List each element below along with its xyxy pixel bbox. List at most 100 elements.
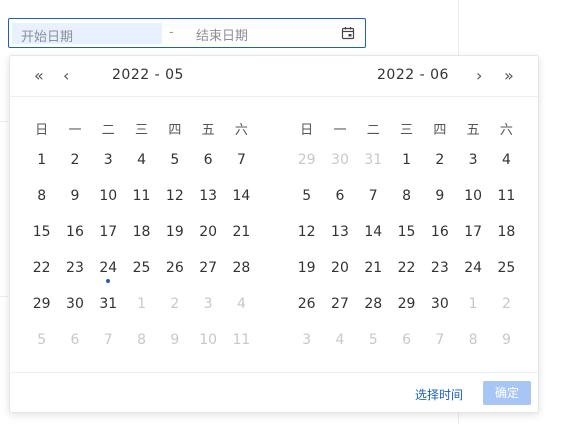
calendar-day-other-month[interactable]: 7 xyxy=(423,322,456,358)
calendar-day[interactable]: 1 xyxy=(390,142,423,178)
calendar-day[interactable]: 19 xyxy=(158,214,191,250)
calendar-day[interactable]: 14 xyxy=(225,178,258,214)
calendar-day[interactable]: 4 xyxy=(490,142,523,178)
calendar-day[interactable]: 24 xyxy=(456,250,489,286)
calendar-day[interactable]: 16 xyxy=(58,214,91,250)
calendar-day-other-month[interactable]: 5 xyxy=(25,322,58,358)
calendar-day[interactable]: 8 xyxy=(390,178,423,214)
calendar-day[interactable]: 22 xyxy=(25,250,58,286)
calendar-day-other-month[interactable]: 1 xyxy=(456,286,489,322)
calendar-day-other-month[interactable]: 9 xyxy=(158,322,191,358)
confirm-button[interactable]: 确定 xyxy=(483,381,531,405)
calendar-day[interactable]: 25 xyxy=(490,250,523,286)
calendar-day[interactable]: 8 xyxy=(25,178,58,214)
calendar-day-other-month[interactable]: 4 xyxy=(225,286,258,322)
calendar-day-other-month[interactable]: 10 xyxy=(191,322,224,358)
calendar-day-other-month[interactable]: 8 xyxy=(125,322,158,358)
calendar-day[interactable]: 19 xyxy=(290,250,323,286)
calendar-day[interactable]: 28 xyxy=(225,250,258,286)
calendar-day-other-month[interactable]: 2 xyxy=(490,286,523,322)
calendar-day[interactable]: 7 xyxy=(357,178,390,214)
calendar-day[interactable]: 25 xyxy=(125,250,158,286)
calendar-day[interactable]: 5 xyxy=(290,178,323,214)
prev-year-button[interactable]: « xyxy=(34,67,44,85)
calendar-day[interactable]: 29 xyxy=(25,286,58,322)
calendar-day[interactable]: 13 xyxy=(191,178,224,214)
select-time-button[interactable]: 选择时间 xyxy=(415,386,463,403)
calendar-day[interactable]: 9 xyxy=(423,178,456,214)
calendar-day[interactable]: 30 xyxy=(423,286,456,322)
calendar-day[interactable]: 10 xyxy=(92,178,125,214)
calendar-day[interactable]: 13 xyxy=(323,214,356,250)
calendar-day-other-month[interactable]: 6 xyxy=(58,322,91,358)
next-year-button[interactable]: » xyxy=(504,67,514,85)
day-number: 15 xyxy=(32,224,51,240)
calendar-day[interactable]: 30 xyxy=(58,286,91,322)
calendar-day-other-month[interactable]: 11 xyxy=(225,322,258,358)
calendar-day[interactable]: 27 xyxy=(323,286,356,322)
calendar-day-other-month[interactable]: 5 xyxy=(357,322,390,358)
start-date-input[interactable]: 开始日期 xyxy=(12,23,162,45)
calendar-day[interactable]: 15 xyxy=(390,214,423,250)
day-number: 25 xyxy=(497,260,516,276)
calendar-day-other-month[interactable]: 31 xyxy=(357,142,390,178)
calendar-day-other-month[interactable]: 9 xyxy=(490,322,523,358)
calendar-day[interactable]: 11 xyxy=(490,178,523,214)
calendar-day[interactable]: 17 xyxy=(92,214,125,250)
prev-month-button[interactable]: ‹ xyxy=(63,67,69,85)
calendar-day[interactable]: 21 xyxy=(225,214,258,250)
calendar-day[interactable]: 6 xyxy=(191,142,224,178)
calendar-day[interactable]: 16 xyxy=(423,214,456,250)
calendar-day[interactable]: 31 xyxy=(92,286,125,322)
calendar-day-other-month[interactable]: 8 xyxy=(456,322,489,358)
calendar-day[interactable]: 10 xyxy=(456,178,489,214)
calendar-day[interactable]: 12 xyxy=(290,214,323,250)
calendar-day[interactable]: 11 xyxy=(125,178,158,214)
calendar-day[interactable]: 5 xyxy=(158,142,191,178)
calendar-day[interactable]: 23 xyxy=(423,250,456,286)
end-date-input[interactable]: 结束日期 xyxy=(196,25,248,44)
calendar-day[interactable]: 1 xyxy=(25,142,58,178)
date-range-input[interactable]: 开始日期 - 结束日期 xyxy=(8,18,366,48)
calendar-day[interactable]: 4 xyxy=(125,142,158,178)
calendar-day[interactable]: 18 xyxy=(490,214,523,250)
calendar-day[interactable]: 22 xyxy=(390,250,423,286)
calendar-day-other-month[interactable]: 4 xyxy=(323,322,356,358)
calendar-day[interactable]: 9 xyxy=(58,178,91,214)
calendar-day[interactable]: 3 xyxy=(92,142,125,178)
calendar-day-other-month[interactable]: 7 xyxy=(92,322,125,358)
calendar-day[interactable]: 28 xyxy=(357,286,390,322)
calendar-day-other-month[interactable]: 30 xyxy=(323,142,356,178)
weekday-label: 二 xyxy=(366,123,380,138)
calendar-day-other-month[interactable]: 3 xyxy=(191,286,224,322)
today-indicator xyxy=(106,279,111,283)
calendar-day[interactable]: 18 xyxy=(125,214,158,250)
calendar-day[interactable]: 12 xyxy=(158,178,191,214)
calendar-day[interactable]: 7 xyxy=(225,142,258,178)
calendar-day-other-month[interactable]: 6 xyxy=(390,322,423,358)
calendar-day-other-month[interactable]: 2 xyxy=(158,286,191,322)
calendar-day[interactable]: 26 xyxy=(290,286,323,322)
calendar-day[interactable]: 26 xyxy=(158,250,191,286)
next-month-button[interactable]: › xyxy=(476,67,482,85)
calendar-day[interactable]: 20 xyxy=(191,214,224,250)
calendar-day[interactable]: 2 xyxy=(58,142,91,178)
calendar-day[interactable]: 6 xyxy=(323,178,356,214)
calendar-day[interactable]: 21 xyxy=(357,250,390,286)
calendar-icon[interactable] xyxy=(341,26,355,40)
day-number: 29 xyxy=(297,152,316,168)
calendar-day[interactable]: 24 xyxy=(92,250,125,286)
day-number: 6 xyxy=(70,332,80,348)
calendar-day[interactable]: 15 xyxy=(25,214,58,250)
calendar-day[interactable]: 20 xyxy=(323,250,356,286)
calendar-day[interactable]: 23 xyxy=(58,250,91,286)
calendar-day-other-month[interactable]: 3 xyxy=(290,322,323,358)
calendar-day[interactable]: 3 xyxy=(456,142,489,178)
calendar-day[interactable]: 17 xyxy=(456,214,489,250)
calendar-day-other-month[interactable]: 1 xyxy=(125,286,158,322)
calendar-day[interactable]: 29 xyxy=(390,286,423,322)
calendar-day-other-month[interactable]: 29 xyxy=(290,142,323,178)
calendar-day[interactable]: 27 xyxy=(191,250,224,286)
calendar-day[interactable]: 2 xyxy=(423,142,456,178)
calendar-day[interactable]: 14 xyxy=(357,214,390,250)
